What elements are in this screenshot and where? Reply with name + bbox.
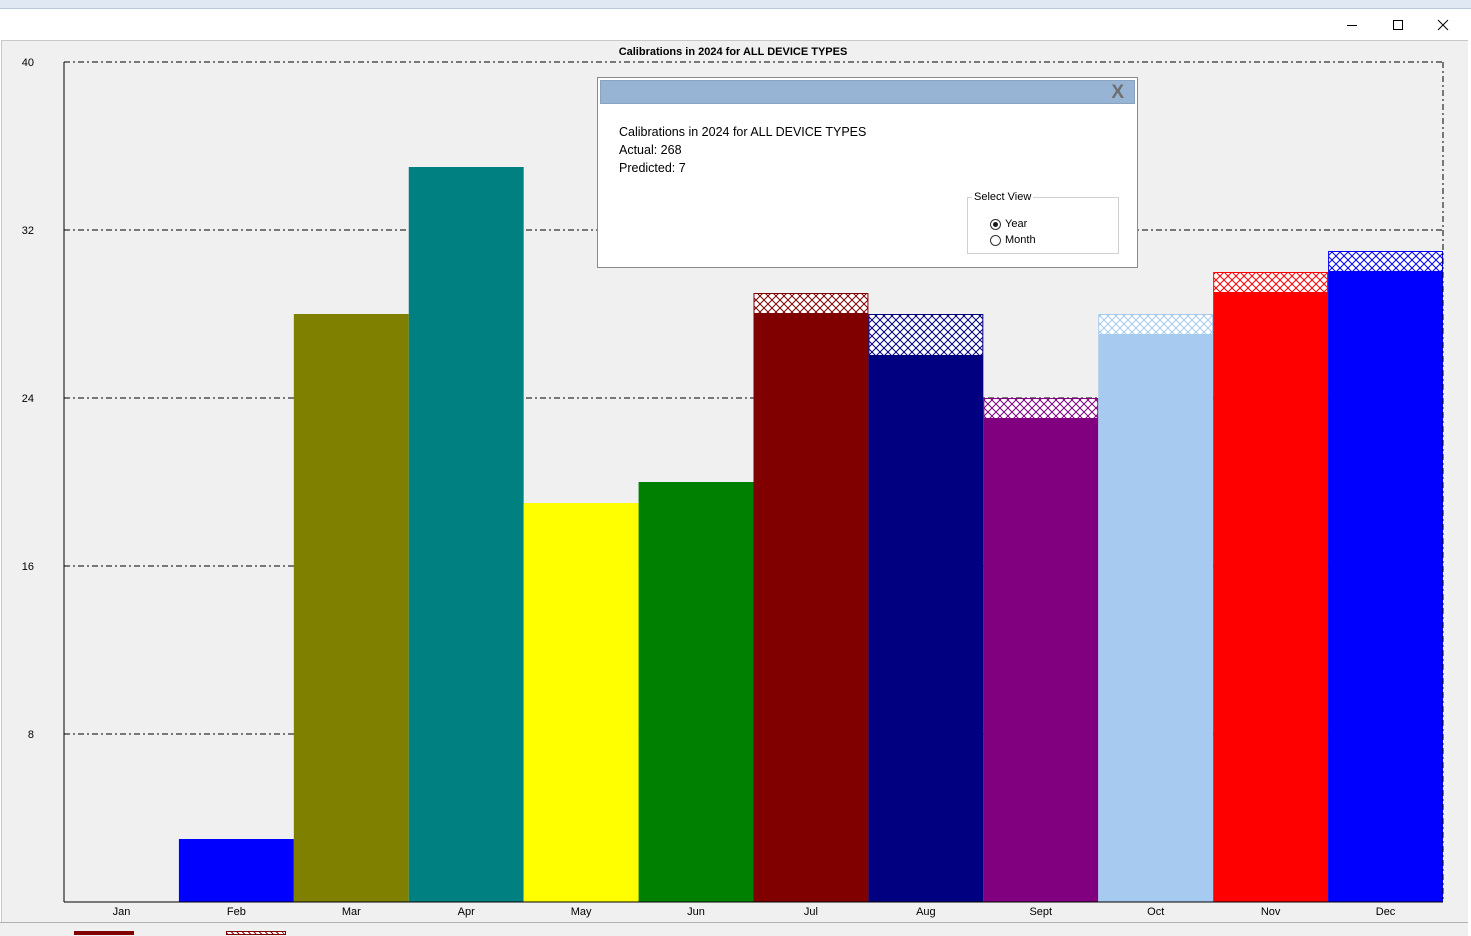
select-view-group: Select View Year Month	[967, 191, 1119, 254]
chart-title: Calibrations in 2024 for ALL DEVICE TYPE…	[619, 46, 848, 58]
popup-title: Calibrations in 2024 for ALL DEVICE TYPE…	[619, 125, 867, 139]
bar-dec[interactable]	[1328, 272, 1443, 902]
bar-predicted-sept[interactable]	[983, 398, 1099, 419]
popup-close-button[interactable]: X	[1111, 82, 1124, 104]
info-popup: X Calibrations in 2024 for ALL DEVICE TY…	[597, 77, 1138, 268]
radio-month-label: Month	[1005, 234, 1036, 246]
popup-predicted: Predicted: 7	[619, 161, 686, 175]
x-tick-label: Nov	[1261, 906, 1281, 918]
bar-mar[interactable]	[293, 314, 409, 902]
x-tick-label: Feb	[227, 906, 246, 918]
y-tick-label: 8	[28, 729, 34, 741]
popup-actual: Actual: 268	[619, 143, 682, 157]
bars	[178, 167, 1444, 902]
x-tick-label: Oct	[1147, 906, 1164, 918]
select-view-label: Select View	[972, 191, 1034, 203]
x-tick-label: Mar	[342, 906, 361, 918]
radio-month-button[interactable]	[990, 234, 1001, 246]
x-tick-label: Sept	[1029, 906, 1052, 918]
bar-jun[interactable]	[638, 482, 754, 902]
x-tick-label: Dec	[1376, 906, 1396, 918]
bar-feb[interactable]	[178, 839, 294, 902]
bar-apr[interactable]	[408, 167, 524, 902]
bar-oct[interactable]	[1098, 335, 1214, 902]
bar-aug[interactable]	[868, 356, 984, 902]
bar-predicted-nov[interactable]	[1213, 272, 1329, 293]
radio-month[interactable]: Month	[990, 234, 1036, 246]
y-tick-label: 40	[22, 57, 34, 69]
bar-jul[interactable]	[753, 314, 869, 902]
bar-predicted-dec[interactable]	[1328, 251, 1444, 272]
x-tick-label: May	[571, 906, 592, 918]
y-tick-label: 32	[22, 225, 34, 237]
bar-predicted-aug[interactable]	[868, 314, 984, 356]
x-tick-label: Jun	[687, 906, 705, 918]
x-tick-label: Aug	[916, 906, 936, 918]
x-tick-label: Apr	[458, 906, 475, 918]
x-tick-label: Jan	[113, 906, 131, 918]
bar-predicted-oct[interactable]	[1098, 314, 1214, 335]
popup-header: X	[600, 80, 1135, 104]
y-tick-label: 16	[22, 561, 34, 573]
bar-may[interactable]	[523, 503, 639, 902]
radio-year-button[interactable]	[990, 218, 1001, 230]
bar-predicted-jul[interactable]	[753, 293, 869, 314]
x-tick-label: Jul	[804, 906, 818, 918]
bar-nov[interactable]	[1213, 293, 1329, 902]
y-tick-label: 24	[22, 393, 34, 405]
bar-sept[interactable]	[983, 419, 1099, 902]
radio-year[interactable]: Year	[990, 218, 1027, 230]
radio-year-label: Year	[1005, 218, 1028, 230]
